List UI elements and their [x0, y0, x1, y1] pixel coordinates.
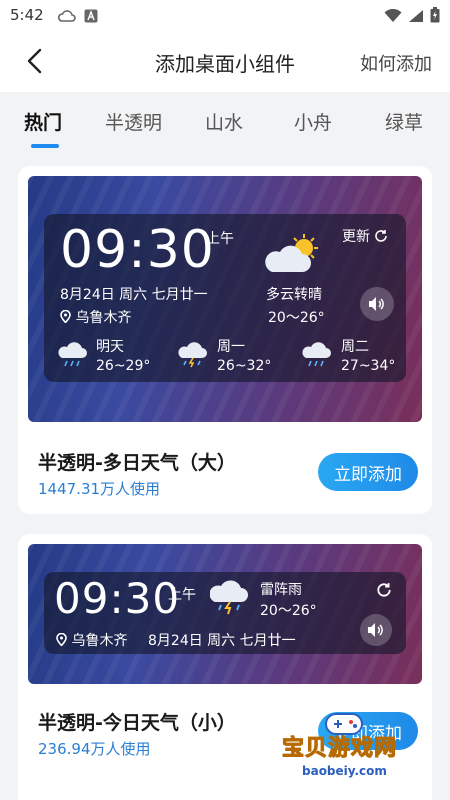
widget-preview: 09:30 上午 8月24日 周六 七月廿一 乌鲁木齐 更新 多云转晴 20～2… — [28, 176, 422, 422]
tab-landscape[interactable]: 山水 — [205, 108, 243, 135]
rain-cloud-icon — [58, 340, 88, 372]
date-text: 8月24日 周六 七月廿一 — [148, 633, 296, 649]
speaker-icon — [369, 297, 384, 311]
refresh-label: 更新 — [342, 229, 370, 245]
cloud-icon — [57, 8, 76, 27]
usage-count: 1447.31万人使用 — [38, 480, 161, 498]
location-text: 乌鲁木齐 — [71, 633, 128, 649]
am-pm-label: 上午 — [206, 231, 234, 247]
nav-bar: 添加桌面小组件 如何添加 — [0, 30, 450, 92]
card-title: 半透明-多日天气（大） — [38, 452, 236, 474]
clock-time: 09:30 — [60, 220, 215, 280]
refresh-button[interactable]: 更新 — [342, 226, 388, 246]
watermark-text: 宝贝游戏网 — [281, 736, 398, 762]
signal-icon — [408, 8, 424, 27]
refresh-icon[interactable] — [376, 582, 392, 602]
weather-temp: 20～26° — [260, 603, 317, 619]
forecast-day: 周一 — [217, 339, 245, 355]
weather-widget-large: 09:30 上午 8月24日 周六 七月廿一 乌鲁木齐 更新 多云转晴 20～2… — [44, 214, 406, 382]
wifi-icon — [384, 8, 402, 27]
battery-icon — [430, 7, 440, 27]
rain-cloud-icon — [302, 340, 332, 372]
forecast-temp: 26~32° — [217, 358, 272, 374]
clock-time: 09:30 — [54, 574, 181, 623]
forecast-temp: 27~34° — [341, 358, 396, 374]
refresh-icon — [375, 230, 388, 242]
weather-widget-small: 09:30 上午 雷阵雨 20～26° 乌鲁木齐 8月24日 周六 七月廿一 — [44, 572, 406, 654]
usage-count: 236.94万人使用 — [38, 740, 151, 758]
location-pin-icon — [60, 309, 71, 324]
forecast-temp: 26~29° — [96, 358, 151, 374]
active-tab-indicator — [31, 144, 59, 148]
watermark-logo: 宝贝游戏网 baobeiy.com — [281, 708, 432, 786]
thunder-cloud-icon — [178, 340, 208, 372]
how-to-add-link[interactable]: 如何添加 — [360, 50, 432, 76]
location-text: 乌鲁木齐 — [75, 310, 132, 326]
speaker-icon — [368, 623, 383, 637]
status-time: 5:42 — [10, 6, 44, 24]
date-text: 8月24日 周六 七月廿一 — [60, 287, 208, 303]
status-bar: 5:42 — [0, 0, 450, 30]
thunder-cloud-icon — [209, 580, 250, 620]
widget-card[interactable]: 09:30 上午 8月24日 周六 七月廿一 乌鲁木齐 更新 多云转晴 20～2… — [18, 166, 432, 514]
add-now-button[interactable]: 立即添加 — [318, 453, 418, 491]
category-tabs: 热门 半透明 山水 小舟 绿草 — [0, 92, 450, 150]
widget-preview: 09:30 上午 雷阵雨 20～26° 乌鲁木齐 8月24日 周六 七月廿一 — [28, 544, 422, 684]
weather-condition: 多云转晴 — [266, 287, 322, 303]
tab-translucent[interactable]: 半透明 — [105, 108, 162, 135]
forecast-day: 周二 — [341, 339, 369, 355]
location-pin-icon — [56, 632, 67, 647]
weather-condition: 雷阵雨 — [260, 582, 302, 598]
tab-green-grass[interactable]: 绿草 — [385, 108, 423, 135]
forecast-day: 明天 — [96, 339, 124, 355]
partly-cloudy-icon — [264, 232, 324, 280]
tab-hot[interactable]: 热门 — [24, 108, 62, 135]
weather-temp: 20～26° — [268, 310, 325, 326]
watermark-url: baobeiy.com — [302, 764, 387, 778]
tab-boat[interactable]: 小舟 — [294, 108, 332, 135]
card-title: 半透明-今日天气（小） — [38, 712, 236, 734]
speaker-button[interactable] — [360, 287, 394, 321]
am-pm-label: 上午 — [168, 587, 196, 603]
a-icon — [84, 8, 98, 27]
speaker-button[interactable] — [360, 614, 392, 646]
